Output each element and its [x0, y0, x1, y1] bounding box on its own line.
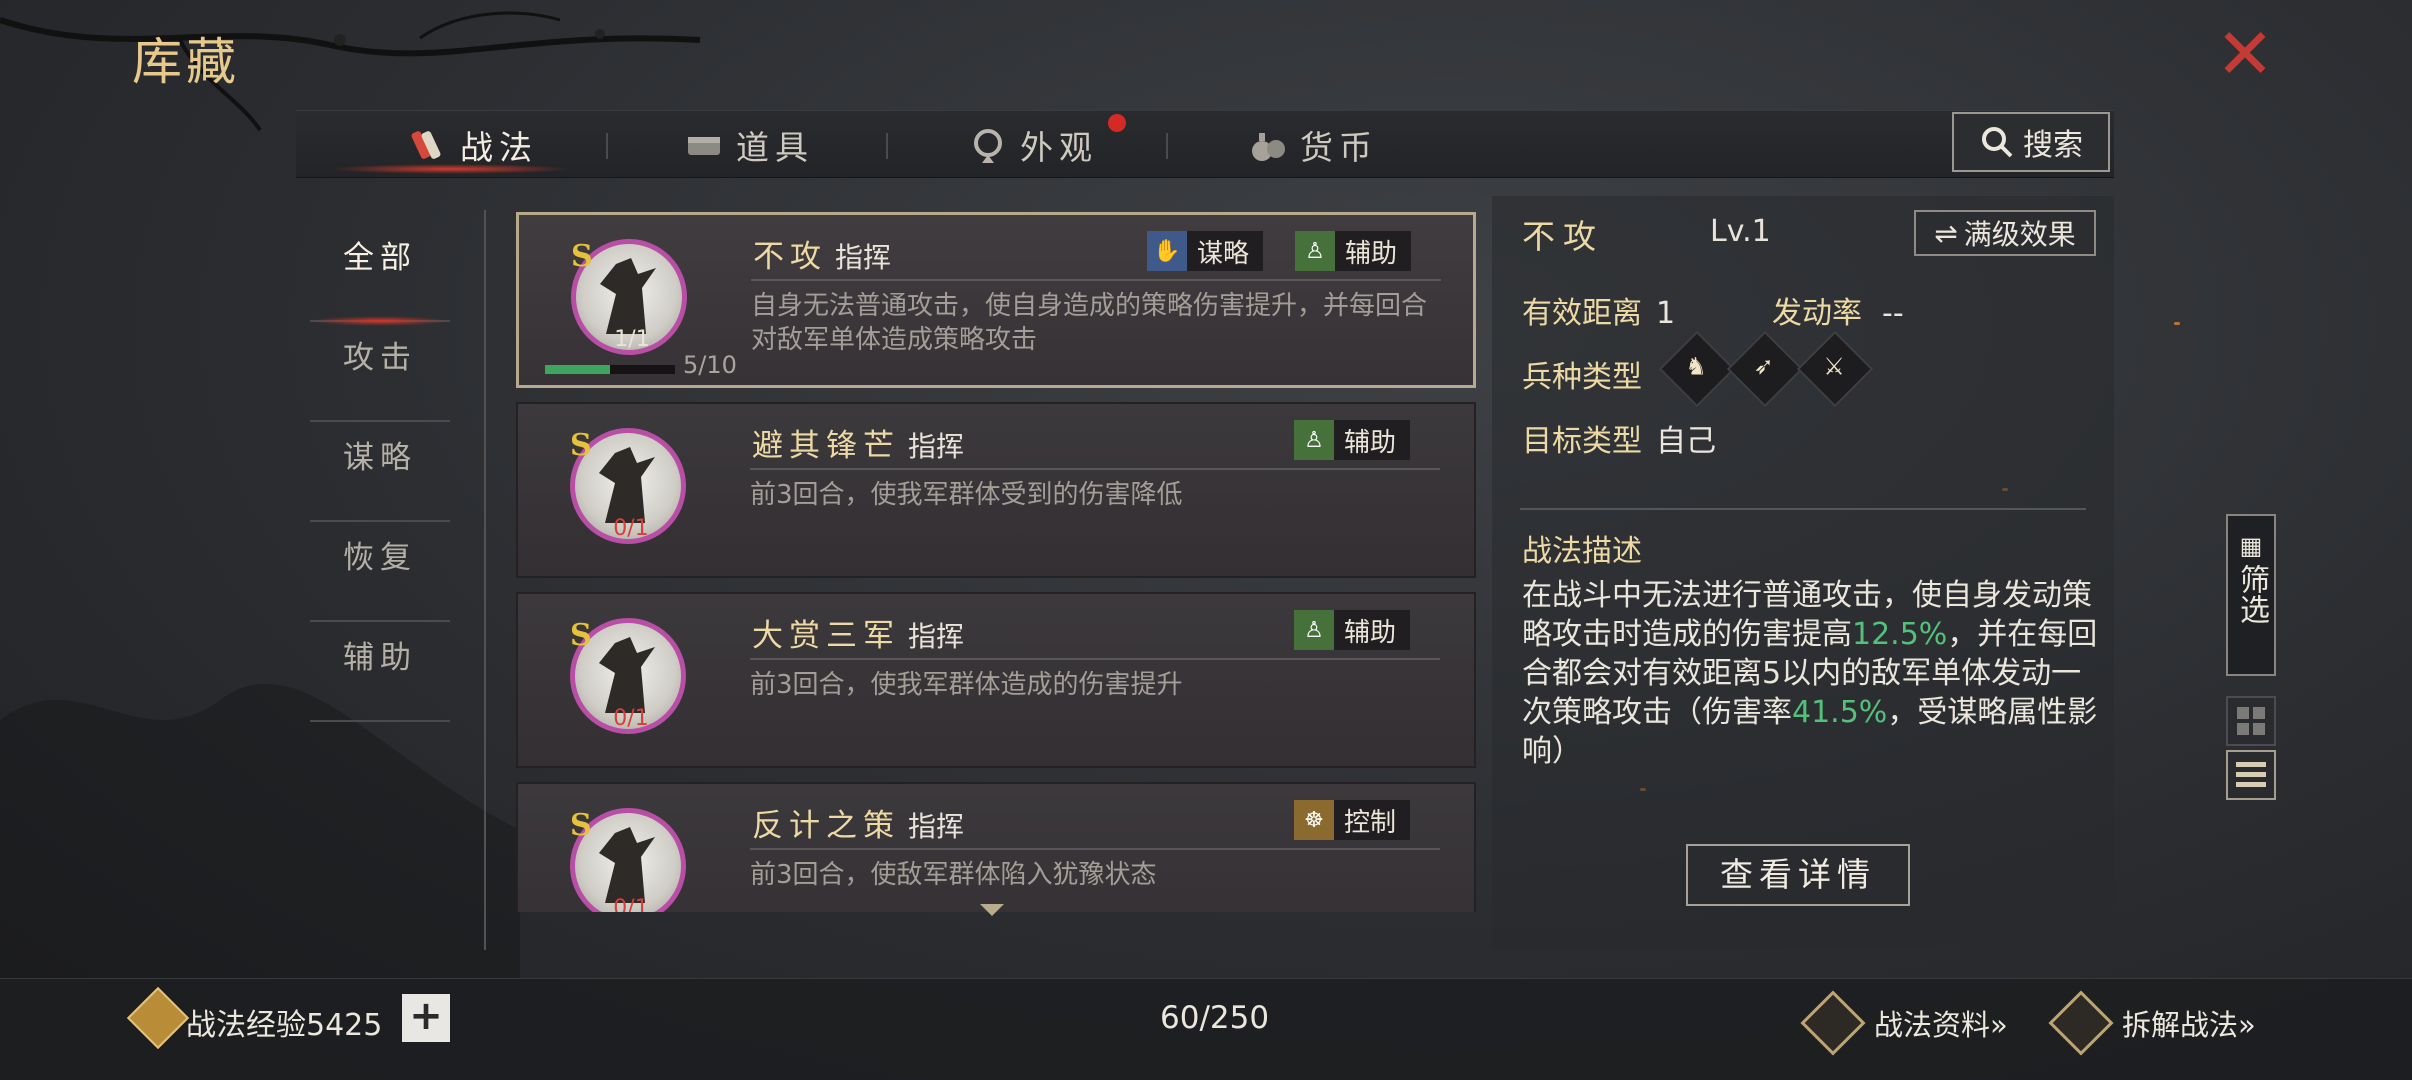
skill-detail-panel: 不攻 Lv.1 ⇌ 满级效果 有效距离 1 发动率 -- 兵种类型 ♞ ➶ ⚔ 目标…: [1492, 196, 2114, 950]
tab-label: 外观: [1020, 128, 1098, 167]
tab-currency[interactable]: 货币: [1248, 111, 1378, 179]
cavalry-icon: ♞: [1658, 330, 1736, 408]
list-view-icon: [2236, 762, 2266, 787]
card-divider: [750, 468, 1440, 470]
list-view-button[interactable]: [2226, 750, 2276, 800]
grade-badge: S: [570, 808, 592, 843]
skill-card[interactable]: S 0/1 避其锋芒 指挥 ♙ 辅助 前3回合，使我军群体受到的伤害降低: [516, 402, 1476, 578]
scroll-bundle-icon: [411, 131, 441, 159]
detail-divider: [1520, 508, 2086, 510]
ember-particle: [2174, 322, 2180, 325]
skill-capacity: 60/250: [1160, 1000, 1270, 1036]
tab-label: 货币: [1300, 128, 1378, 167]
skill-card[interactable]: S 0/1 反计之策 指挥 ☸ 控制 前3回合，使敌军群体陷入犹豫状态: [516, 782, 1476, 912]
skill-exp-bar: [545, 365, 675, 374]
close-button[interactable]: ✕: [2212, 19, 2278, 89]
owned-count: 0/1: [613, 896, 649, 912]
swap-icon: ⇌: [1934, 216, 1958, 250]
owned-count: 0/1: [613, 516, 649, 541]
detail-troop-type-label: 兵种类型: [1522, 360, 1642, 395]
grade-badge: S: [571, 239, 593, 274]
tab-separator: [606, 133, 608, 159]
skill-description: 前3回合，使我军群体造成的伤害提升: [750, 670, 1183, 700]
skill-exp-text: 5/10: [683, 351, 737, 379]
skill-name: 不攻 指挥: [753, 239, 892, 275]
skill-tag-support: ♙ 辅助: [1294, 610, 1411, 650]
filter-button[interactable]: ▦ 筛选: [2226, 514, 2276, 676]
skill-description: 前3回合，使敌军群体陷入犹豫状态: [750, 860, 1157, 890]
search-label: 搜索: [2023, 128, 2083, 163]
skill-description: 前3回合，使我军群体受到的伤害降低: [750, 480, 1183, 510]
search-icon: [1982, 127, 2013, 158]
chest-icon: [688, 137, 720, 155]
view-details-button[interactable]: 查看详情: [1686, 844, 1910, 906]
active-tab-indicator: [330, 164, 570, 174]
detail-skill-level: Lv.1: [1710, 214, 1771, 249]
skill-card[interactable]: S 0/1 大赏三军 指挥 ♙ 辅助 前3回合，使我军群体造成的伤害提升: [516, 592, 1476, 768]
tab-label: 道具: [736, 128, 814, 167]
control-icon: ☸: [1294, 800, 1334, 840]
tab-separator: [886, 133, 888, 159]
money-bag-icon: [1252, 133, 1285, 161]
category-attack[interactable]: 攻击: [310, 322, 450, 422]
card-divider: [750, 848, 1440, 850]
skill-exp-total: 战法经验5425: [186, 1008, 383, 1043]
mirror-icon: [974, 129, 1002, 163]
skill-name: 大赏三军 指挥: [752, 618, 965, 654]
skill-name: 避其锋芒 指挥: [752, 428, 965, 464]
page-title: 库藏: [132, 33, 240, 91]
owned-count: 1/1: [614, 327, 650, 352]
detail-description: 在战斗中无法进行普通攻击，使自身发动策略攻击时造成的伤害提高12.5%，并在每回…: [1522, 578, 2098, 769]
category-strategy[interactable]: 谋略: [310, 422, 450, 522]
grid-view-icon: [2237, 707, 2265, 735]
skill-exp-fill: [545, 365, 610, 374]
infantry-icon: ⚔: [1796, 330, 1874, 408]
search-button[interactable]: 搜索: [1952, 112, 2110, 172]
scroll-down-indicator: [980, 904, 1004, 916]
grid-view-button[interactable]: [2226, 696, 2276, 746]
max-level-effect-button[interactable]: ⇌ 满级效果: [1914, 210, 2096, 256]
category-recovery[interactable]: 恢复: [310, 522, 450, 622]
notification-dot: [1108, 114, 1126, 132]
grade-badge: S: [570, 428, 592, 463]
tab-separator: [1166, 133, 1168, 159]
tab-label: 战法: [460, 128, 538, 167]
tab-appearance[interactable]: 外观: [968, 111, 1098, 179]
category-list: 全部 攻击 谋略 恢复 辅助: [310, 222, 450, 722]
detail-skill-name: 不攻: [1522, 217, 1604, 256]
detail-description-title: 战法描述: [1522, 534, 1642, 569]
strategy-icon: ✋: [1147, 231, 1187, 271]
archer-icon: ➶: [1726, 330, 1804, 408]
category-all[interactable]: 全部: [310, 222, 450, 326]
card-divider: [751, 279, 1441, 281]
dismantle-skill-link[interactable]: 拆解战法»: [2048, 990, 2256, 1056]
skill-card[interactable]: S 1/1 5/10 不攻 指挥 ✋ 谋略 ♙ 辅助 自身无法普通攻击，使自身造成的策…: [516, 212, 1476, 388]
skill-list[interactable]: S 1/1 5/10 不攻 指挥 ✋ 谋略 ♙ 辅助 自身无法普通攻击，使自身造成的策…: [516, 212, 1476, 912]
support-icon: ♙: [1295, 231, 1335, 271]
filter-grid-icon: ▦: [2239, 532, 2263, 560]
skill-description: 自身无法普通攻击，使自身造成的策略伤害提升，并每回合对敌军单体造成策略攻击: [751, 291, 1428, 355]
skill-tag-support: ♙ 辅助: [1295, 231, 1412, 271]
tab-items[interactable]: 道具: [684, 111, 814, 179]
grade-badge: S: [570, 618, 592, 653]
book-icon: [1800, 990, 1866, 1056]
skill-tag-control: ☸ 控制: [1294, 800, 1411, 840]
owned-count: 0/1: [613, 706, 649, 731]
detail-target-type: 目标类型 自己: [1522, 424, 1716, 459]
card-divider: [750, 658, 1440, 660]
support-icon: ♙: [1294, 610, 1334, 650]
detail-range: 有效距离 1: [1522, 296, 1676, 331]
skill-tag-strategy: ✋ 谋略: [1147, 231, 1264, 271]
add-exp-button[interactable]: +: [402, 994, 450, 1042]
detail-trigger-rate: 发动率 --: [1772, 296, 1904, 331]
scroll-icon: [2048, 990, 2114, 1056]
skill-archive-link[interactable]: 战法资料»: [1800, 990, 2008, 1056]
sidebar-divider: [484, 210, 486, 950]
skill-tag-support: ♙ 辅助: [1294, 420, 1411, 460]
category-support[interactable]: 辅助: [310, 622, 450, 722]
skill-name: 反计之策 指挥: [752, 808, 965, 844]
support-icon: ♙: [1294, 420, 1334, 460]
